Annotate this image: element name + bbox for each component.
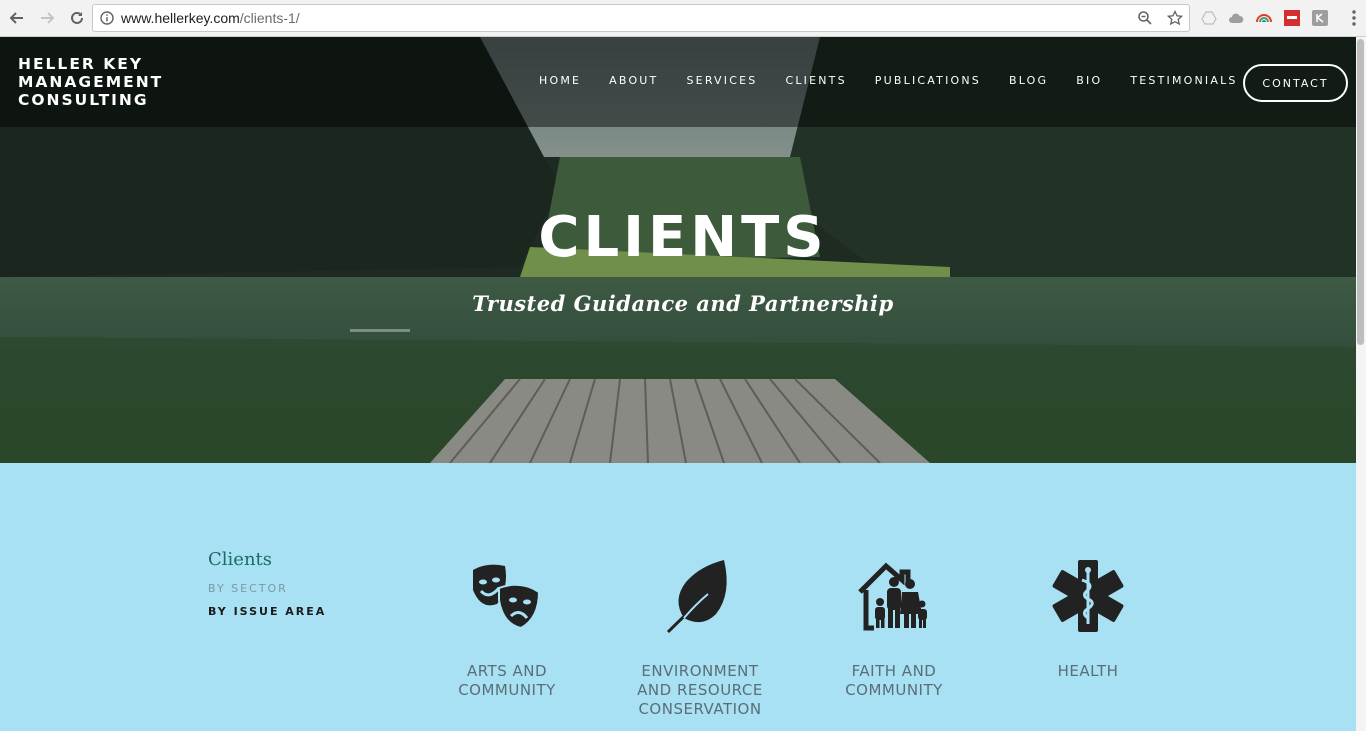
nav-about[interactable]: ABOUT [609,74,658,87]
url-path: /clients-1/ [239,10,300,26]
theater-masks-icon [473,564,541,630]
page-subtitle: Trusted Guidance and Partnership [472,291,894,316]
web-page: HELLER KEY MANAGEMENT CONSULTING HOME AB… [0,37,1356,731]
category-environment[interactable]: ENVIRONMENT AND RESOURCE CONSERVATION [610,558,790,719]
nav-home[interactable]: HOME [539,74,581,87]
nav-publications[interactable]: PUBLICATIONS [875,74,981,87]
back-arrow-icon [9,12,23,24]
brand-line: MANAGEMENT [18,73,164,91]
nav-bio[interactable]: BIO [1076,74,1102,87]
site-logo[interactable]: HELLER KEY MANAGEMENT CONSULTING [18,55,163,109]
category-label: ENVIRONMENT AND RESOURCE CONSERVATION [637,662,763,718]
by-issue-area-link[interactable]: BY ISSUE AREA [208,605,326,618]
brand-line: CONSULTING [18,91,149,109]
family-home-icon [858,562,927,631]
info-icon[interactable] [100,11,114,25]
extension-red-icon[interactable] [1283,9,1301,27]
category-arts-and-community[interactable]: ARTS AND COMMUNITY [417,558,597,700]
extension-gray-icon[interactable] [1311,9,1329,27]
url-domain: www.hellerkey.com [121,10,240,26]
contact-button[interactable]: CONTACT [1243,64,1348,102]
forward-arrow-icon [41,12,55,24]
nav-clients[interactable]: CLIENTS [785,74,846,87]
url-text: www.hellerkey.com/clients-1/ [121,10,300,26]
main-nav: HOME ABOUT SERVICES CLIENTS PUBLICATIONS… [539,74,1238,87]
category-label: HEALTH [1057,662,1119,680]
page-scrollbar[interactable] [1356,37,1366,731]
category-health[interactable]: HEALTH [998,558,1178,681]
browser-toolbar: www.hellerkey.com/clients-1/ [0,0,1366,37]
forward-button[interactable] [34,5,60,31]
clients-sidebar: Clients BY SECTOR BY ISSUE AREA [208,549,326,618]
hero-banner: HELLER KEY MANAGEMENT CONSULTING HOME AB… [0,37,1356,463]
extension-rainbow-icon[interactable] [1255,9,1273,27]
reload-button[interactable] [64,5,90,31]
extension-drive-icon[interactable] [1200,9,1218,27]
sidebar-title: Clients [208,549,273,570]
back-button[interactable] [4,5,30,31]
leaf-icon [666,560,727,634]
brand-line: HELLER KEY [18,55,144,73]
extension-cloud-icon[interactable] [1227,9,1245,27]
category-label: ARTS AND COMMUNITY [458,662,556,699]
nav-blog[interactable]: BLOG [1009,74,1048,87]
by-sector-link[interactable]: BY SECTOR [208,582,326,595]
bookmark-star-icon[interactable] [1167,10,1183,26]
page-title: CLIENTS [538,205,828,270]
scrollbar-thumb[interactable] [1357,39,1364,345]
category-faith-and-community[interactable]: FAITH AND COMMUNITY [804,558,984,700]
clients-section: Clients BY SECTOR BY ISSUE AREA ARTS AND… [0,463,1356,731]
star-of-life-icon [1052,560,1124,632]
address-bar[interactable]: www.hellerkey.com/clients-1/ [92,4,1190,32]
reload-icon [71,11,83,24]
nav-services[interactable]: SERVICES [686,74,757,87]
zoom-icon[interactable] [1137,10,1153,26]
category-label: FAITH AND COMMUNITY [845,662,943,699]
nav-testimonials[interactable]: TESTIMONIALS [1130,74,1237,87]
browser-menu-icon[interactable] [1352,10,1356,31]
